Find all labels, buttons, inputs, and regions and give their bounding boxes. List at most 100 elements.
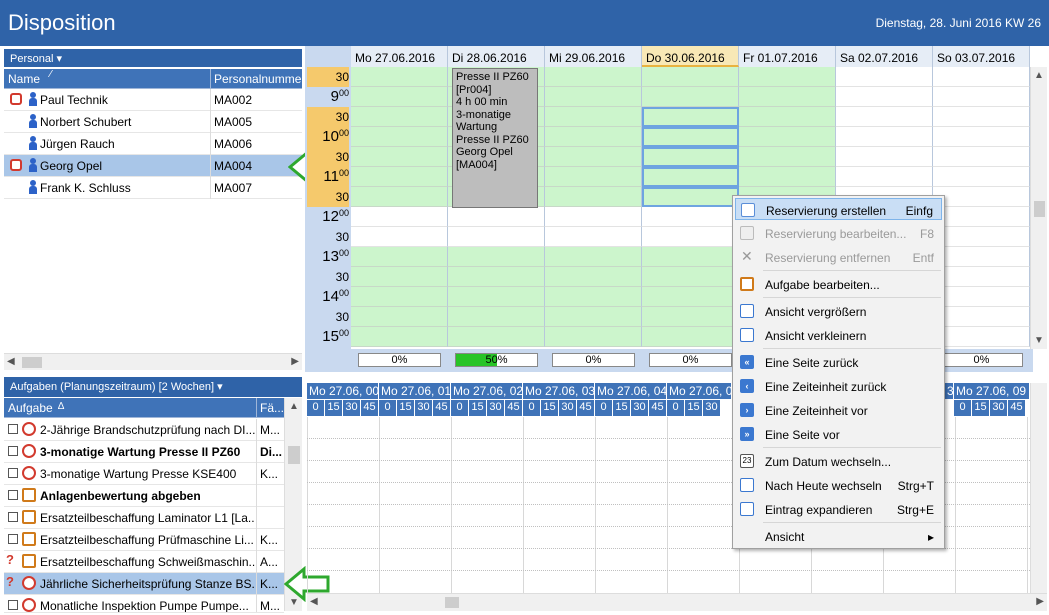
- time-slot[interactable]: [642, 247, 739, 267]
- appointment-block[interactable]: Presse II PZ60 [Pr004] 4 h 00 min 3-mona…: [452, 68, 538, 208]
- personal-hscrollbar[interactable]: ◀ ▶: [4, 353, 302, 370]
- time-slot[interactable]: [933, 267, 1030, 287]
- time-slot[interactable]: [545, 327, 642, 347]
- task-checkbox[interactable]: [8, 512, 18, 522]
- time-slot[interactable]: [351, 227, 448, 247]
- task-checkbox[interactable]: [8, 490, 18, 500]
- time-slot[interactable]: [933, 147, 1030, 167]
- time-slot[interactable]: [933, 187, 1030, 207]
- menu-reservierung-erstellen[interactable]: Reservierung erstellen Einfg: [735, 198, 942, 220]
- time-slot[interactable]: [545, 247, 642, 267]
- time-slot[interactable]: [933, 167, 1030, 187]
- col-name[interactable]: Name: [8, 72, 40, 86]
- time-slot[interactable]: [642, 207, 739, 227]
- time-slot[interactable]: [933, 87, 1030, 107]
- time-slot[interactable]: [642, 107, 739, 127]
- time-slot[interactable]: [836, 67, 933, 87]
- time-slot[interactable]: [933, 307, 1030, 327]
- time-slot[interactable]: [545, 187, 642, 207]
- time-slot[interactable]: [739, 127, 836, 147]
- scroll-up-icon[interactable]: ▲: [1034, 70, 1044, 81]
- task-row[interactable]: Monatliche Inspektion Pumpe Pumpe... M..…: [4, 595, 284, 613]
- scroll-down-icon[interactable]: ▼: [1034, 335, 1044, 346]
- scroll-thumb[interactable]: [445, 597, 459, 608]
- time-slot[interactable]: [351, 67, 448, 87]
- task-row[interactable]: Anlagenbewertung abgeben: [4, 485, 284, 507]
- time-slot[interactable]: [448, 207, 545, 227]
- menu-eintrag-expandieren[interactable]: Eintrag expandieren Strg+E: [735, 498, 942, 520]
- task-row[interactable]: 3-monatige Wartung Presse KSE400 K...: [4, 463, 284, 485]
- task-row[interactable]: 3-monatige Wartung Presse II PZ60 Di...: [4, 441, 284, 463]
- scroll-thumb[interactable]: [1034, 201, 1045, 217]
- time-slot[interactable]: [739, 167, 836, 187]
- time-slot[interactable]: [933, 107, 1030, 127]
- time-slot[interactable]: [545, 127, 642, 147]
- time-slot[interactable]: [933, 247, 1030, 267]
- menu-ansicht-vergroessern[interactable]: Ansicht vergrößern: [735, 300, 942, 322]
- time-slot[interactable]: [545, 147, 642, 167]
- menu-ansicht-verkleinern[interactable]: Ansicht verkleinern: [735, 324, 942, 346]
- task-row[interactable]: Ersatzteilbeschaffung Laminator L1 [La..…: [4, 507, 284, 529]
- menu-zeiteinheit-vor[interactable]: › Eine Zeiteinheit vor: [735, 399, 942, 421]
- time-slot[interactable]: [351, 127, 448, 147]
- scroll-up-icon[interactable]: ▲: [289, 401, 299, 412]
- task-checkbox[interactable]: [8, 534, 18, 544]
- time-slot[interactable]: [642, 147, 739, 167]
- time-slot[interactable]: [642, 227, 739, 247]
- person-row[interactable]: Paul Technik MA002: [4, 89, 302, 111]
- time-slot[interactable]: [642, 127, 739, 147]
- time-slot[interactable]: [836, 127, 933, 147]
- time-slot[interactable]: [642, 267, 739, 287]
- time-slot[interactable]: [351, 167, 448, 187]
- timeline-hscrollbar[interactable]: ◀ ▶: [307, 593, 1047, 611]
- day-header[interactable]: Fr 01.07.2016: [739, 46, 836, 67]
- time-slot[interactable]: [642, 167, 739, 187]
- time-slot[interactable]: [933, 67, 1030, 87]
- time-slot[interactable]: [545, 167, 642, 187]
- time-slot[interactable]: [545, 67, 642, 87]
- personal-dropdown[interactable]: Personal ▾: [4, 49, 302, 67]
- day-header[interactable]: Sa 02.07.2016: [836, 46, 933, 67]
- task-row[interactable]: Ersatzteilbeschaffung Prüfmaschine Li...…: [4, 529, 284, 551]
- time-slot[interactable]: [642, 307, 739, 327]
- col-aufgabe[interactable]: Aufgabe: [8, 401, 53, 415]
- time-slot[interactable]: [545, 287, 642, 307]
- time-slot[interactable]: [351, 247, 448, 267]
- scroll-left-icon[interactable]: ◀: [310, 596, 318, 607]
- context-menu[interactable]: Reservierung erstellen Einfg Reservierung…: [732, 195, 945, 549]
- time-slot[interactable]: [836, 167, 933, 187]
- time-slot[interactable]: [836, 147, 933, 167]
- time-slot[interactable]: [448, 247, 545, 267]
- time-slot[interactable]: [351, 187, 448, 207]
- time-slot[interactable]: [448, 327, 545, 347]
- time-slot[interactable]: [448, 307, 545, 327]
- task-row[interactable]: 2-Jährige Brandschutzprüfung nach DI... …: [4, 419, 284, 441]
- calendar-vscrollbar[interactable]: ▲ ▼: [1030, 67, 1047, 349]
- person-row-selected[interactable]: Georg Opel MA004: [4, 155, 302, 177]
- time-slot[interactable]: [351, 107, 448, 127]
- time-slot[interactable]: [545, 267, 642, 287]
- menu-eine-seite-vor[interactable]: » Eine Seite vor: [735, 423, 942, 445]
- col-personalnummer[interactable]: Personalnumme: [214, 72, 301, 86]
- time-slot[interactable]: [933, 207, 1030, 227]
- scroll-thumb[interactable]: [288, 446, 300, 464]
- task-checkbox[interactable]: [8, 468, 18, 478]
- time-slot[interactable]: [448, 287, 545, 307]
- person-row[interactable]: Jürgen Rauch MA006: [4, 133, 302, 155]
- time-slot[interactable]: [642, 287, 739, 307]
- time-slot[interactable]: [545, 107, 642, 127]
- time-slot[interactable]: [351, 307, 448, 327]
- time-slot[interactable]: [545, 227, 642, 247]
- time-slot[interactable]: [933, 227, 1030, 247]
- time-slot[interactable]: [933, 127, 1030, 147]
- task-checkbox[interactable]: [8, 446, 18, 456]
- time-slot[interactable]: [836, 107, 933, 127]
- time-slot[interactable]: [351, 87, 448, 107]
- task-checkbox[interactable]: [8, 600, 18, 610]
- scroll-left-icon[interactable]: ◀: [7, 356, 15, 367]
- time-slot[interactable]: [351, 207, 448, 227]
- time-slot[interactable]: [448, 227, 545, 247]
- time-slot[interactable]: [545, 307, 642, 327]
- menu-ansicht[interactable]: Ansicht ▸: [735, 525, 942, 547]
- menu-eine-seite-zurueck[interactable]: « Eine Seite zurück: [735, 351, 942, 373]
